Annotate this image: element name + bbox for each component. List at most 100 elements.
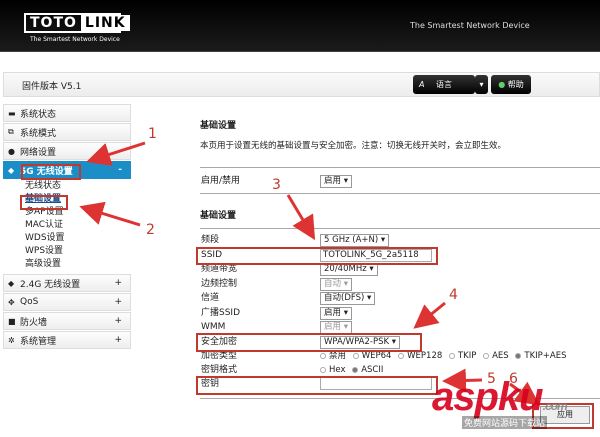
- language-button[interactable]: A 语言: [413, 75, 475, 94]
- radio-hex[interactable]: [320, 366, 326, 373]
- bandwidth-select[interactable]: 20/40MHz ▾: [320, 263, 378, 276]
- annotation-number: 3: [272, 177, 281, 193]
- subitem-advanced[interactable]: 高级设置: [3, 258, 131, 271]
- lock-icon: ■: [8, 316, 16, 326]
- divider: [200, 193, 600, 194]
- select-value: 启用: [324, 322, 342, 332]
- subitem-wireless-status[interactable]: 无线状态: [3, 180, 131, 193]
- qos-icon: ✥: [8, 297, 15, 307]
- sidebar-item-5g-wireless[interactable]: ◆ 5G 无线设置 -: [3, 161, 131, 179]
- security-row: 安全加密 WPA/WPA2-PSK ▾: [200, 335, 600, 349]
- page-title: 基础设置: [200, 121, 237, 131]
- band-select[interactable]: 5 GHz (A+N) ▾: [320, 234, 390, 247]
- nav-label: 防火墙: [20, 317, 48, 328]
- field-label: 频道带宽: [201, 264, 238, 274]
- broadcast-ssid-row: 广播SSID 启用 ▾: [200, 306, 600, 320]
- nav-label: 系统模式: [20, 128, 57, 139]
- ssid-input[interactable]: TOTOLINK_5G_2a5118: [320, 249, 432, 262]
- wmm-select[interactable]: 启用 ▾: [320, 321, 352, 334]
- subitem-basic-settings[interactable]: 基础设置: [3, 193, 131, 206]
- enable-row: 启用/禁用 启用 ▾: [200, 174, 600, 188]
- sidebar-item-status[interactable]: ▬ 系统状态: [3, 104, 131, 122]
- help-label: 帮助: [507, 80, 524, 89]
- select-value: 启用: [324, 176, 342, 186]
- gear-icon: ✲: [8, 335, 15, 345]
- enable-select[interactable]: 启用 ▾: [320, 175, 352, 188]
- nav-label: QoS: [20, 297, 39, 307]
- wifi-icon: ◆: [8, 278, 15, 288]
- totolink-logo: TOTO LINK: [24, 13, 130, 33]
- radio-label: Hex: [329, 365, 346, 375]
- field-label: 广播SSID: [201, 308, 241, 318]
- radio-aes[interactable]: [483, 352, 490, 359]
- subitem-wds[interactable]: WDS设置: [3, 232, 131, 245]
- sidebar-item-firewall[interactable]: ■ 防火墙 +: [3, 312, 131, 330]
- nav-label: 系统管理: [20, 336, 57, 347]
- select-value: 20/40MHz: [324, 264, 367, 274]
- field-label: 密钥格式: [201, 365, 238, 375]
- nav-label: 系统状态: [20, 109, 57, 120]
- nav-label: 5G 无线设置: [20, 166, 73, 177]
- page-description: 本页用于设置无线的基础设置与安全加密。注意：切换无线开关时，会立即生效。: [200, 141, 507, 151]
- sideband-row: 边频控制 自动 ▾: [200, 277, 600, 291]
- section-title: 基础设置: [200, 211, 237, 221]
- header-tagline: The Smartest Network Device: [410, 21, 530, 30]
- field-label: 加密类型: [201, 351, 238, 361]
- radio-tkip[interactable]: [448, 352, 455, 359]
- wmm-row: WMM 启用 ▾: [200, 320, 600, 334]
- field-label: 频段: [201, 235, 220, 245]
- field-label: 信道: [201, 293, 220, 303]
- security-select[interactable]: WPA/WPA2-PSK ▾: [320, 336, 401, 349]
- sidebar-item-network[interactable]: ● 网络设置: [3, 142, 131, 160]
- nav-label: 网络设置: [20, 147, 57, 158]
- sideband-select[interactable]: 自动 ▾: [320, 278, 352, 291]
- header: TOTO LINK The Smartest Network Device The…: [0, 0, 600, 52]
- subitem-multi-ap[interactable]: 多AP设置: [3, 206, 131, 219]
- field-label: 密钥: [201, 379, 220, 389]
- wifi-icon: ◆: [8, 165, 15, 175]
- divider: [200, 167, 600, 168]
- broadcast-ssid-select[interactable]: 启用 ▾: [320, 307, 352, 320]
- font-icon: A: [419, 80, 425, 89]
- sidebar-item-mode[interactable]: ⧉ 系统模式: [3, 123, 131, 141]
- radio-disabled[interactable]: [320, 352, 326, 359]
- firmware-version: 固件版本 V5.1: [22, 82, 82, 92]
- ssid-row: SSID TOTOLINK_5G_2a5118: [200, 248, 600, 262]
- expand-toggle[interactable]: +: [114, 335, 122, 345]
- sidebar-item-qos[interactable]: ✥ QoS +: [3, 293, 131, 311]
- help-icon: ●: [498, 80, 506, 89]
- annotation-number: 2: [146, 222, 155, 238]
- sidebar-item-management[interactable]: ✲ 系统管理 +: [3, 331, 131, 349]
- radio-tkip-aes[interactable]: [515, 352, 522, 359]
- radio-label: AES: [492, 351, 509, 361]
- watermark-text: aspku: [432, 375, 544, 419]
- radio-label: TKIP+AES: [524, 351, 567, 361]
- watermark-subtitle: 免费网站源码下载站: [462, 416, 548, 429]
- window-icon: ⧉: [8, 127, 14, 136]
- expand-toggle[interactable]: +: [114, 278, 122, 288]
- field-label: WMM: [201, 322, 226, 332]
- logo-text: LINK: [80, 15, 130, 31]
- select-value: 自动: [324, 279, 342, 289]
- subitem-wps[interactable]: WPS设置: [3, 245, 131, 258]
- radio-label: TKIP: [457, 351, 477, 361]
- field-label: SSID: [201, 250, 223, 260]
- radio-wep64[interactable]: [352, 352, 359, 359]
- radio-label: 禁用: [329, 351, 347, 361]
- expand-toggle[interactable]: +: [114, 297, 122, 307]
- channel-select[interactable]: 自动(DFS) ▾: [320, 292, 376, 305]
- watermark-domain: .com: [542, 399, 568, 413]
- subitem-mac-auth[interactable]: MAC认证: [3, 219, 131, 232]
- sidebar-item-24g-wireless[interactable]: ◆ 2.4G 无线设置 +: [3, 274, 131, 292]
- toolbar: 固件版本 V5.1 A 语言 ▾ ● 帮助: [3, 72, 600, 97]
- help-button[interactable]: ● 帮助: [491, 75, 531, 94]
- radio-wep128[interactable]: [398, 352, 405, 359]
- radio-ascii[interactable]: [352, 366, 359, 373]
- collapse-toggle[interactable]: -: [118, 165, 122, 175]
- language-dropdown[interactable]: ▾: [475, 75, 488, 94]
- expand-toggle[interactable]: +: [114, 316, 122, 326]
- radio-label: WEP128: [407, 351, 443, 361]
- channel-row: 信道 自动(DFS) ▾: [200, 291, 600, 305]
- key-input[interactable]: [320, 377, 432, 390]
- select-value: 自动(DFS): [324, 293, 365, 303]
